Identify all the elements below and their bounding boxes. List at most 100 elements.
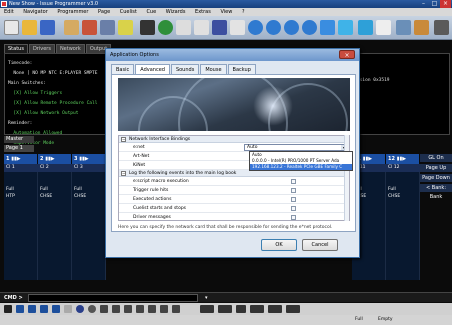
collapse-icon[interactable]: − <box>121 171 126 176</box>
shape-icon[interactable] <box>124 305 132 313</box>
monitor-icon[interactable] <box>338 20 353 35</box>
stage-icon[interactable] <box>396 20 411 35</box>
menu-cue[interactable]: Cue <box>142 8 160 16</box>
random-icon[interactable] <box>286 305 300 313</box>
clear-icon[interactable] <box>172 305 180 313</box>
menu-wizards[interactable]: Wizards <box>162 8 190 16</box>
tab-master[interactable]: Master <box>4 136 34 143</box>
log-option-checkbox[interactable] <box>291 206 296 211</box>
pause-icon[interactable] <box>266 20 281 35</box>
playback-fader-1[interactable]: Full HTP <box>4 172 38 280</box>
cuelist-icon[interactable] <box>212 20 227 35</box>
playback-cue-2[interactable]: Cl 2 <box>38 164 72 172</box>
page-selector[interactable]: Page 1 <box>4 145 34 152</box>
selection-icon[interactable] <box>250 305 264 313</box>
brush-icon[interactable] <box>176 20 191 35</box>
log-option-checkbox[interactable] <box>291 215 296 220</box>
tab-backup[interactable]: Backup <box>227 64 256 74</box>
playback-fader-2[interactable]: Full CHSE <box>38 172 72 280</box>
playback-cue-1[interactable]: Cl 1 <box>4 164 38 172</box>
playback-cue-3[interactable]: Cl 3 <box>72 164 106 172</box>
tab-sounds[interactable]: Sounds <box>170 64 200 74</box>
tab-drivers[interactable]: Drivers <box>28 44 55 53</box>
collapse-icon[interactable]: − <box>121 137 126 142</box>
network-bindings-section[interactable]: − Network Interface Bindings <box>119 136 349 143</box>
fixture-icon[interactable] <box>64 20 79 35</box>
save-icon[interactable] <box>40 20 55 35</box>
playback-fader-3[interactable]: Full CHSE <box>72 172 106 280</box>
playback-fader-12[interactable]: Full CHSE <box>386 172 420 280</box>
sequence-icon[interactable] <box>268 305 282 313</box>
highlight-icon[interactable] <box>160 305 168 313</box>
grid-icon[interactable] <box>28 305 36 313</box>
timing-icon[interactable] <box>148 305 156 313</box>
settings-icon[interactable] <box>376 20 391 35</box>
log-option-checkbox[interactable] <box>291 197 296 202</box>
menu-navigator[interactable]: Navigator <box>19 8 51 16</box>
settings-scrollbar[interactable] <box>344 135 349 221</box>
menu-view[interactable]: View <box>216 8 236 16</box>
list-icon[interactable] <box>16 305 24 313</box>
go-icon[interactable] <box>302 20 317 35</box>
stop-icon[interactable] <box>284 20 299 35</box>
pen-icon[interactable] <box>194 20 209 35</box>
play-icon[interactable] <box>248 20 263 35</box>
arrow-icon[interactable] <box>320 20 335 35</box>
dropdown-option-realtek[interactable]: 192.168.123.2 - Realtek PCIe GBE Family … <box>250 164 352 170</box>
command-input[interactable] <box>28 294 198 302</box>
groups-icon[interactable] <box>100 20 115 35</box>
menu-programmer[interactable]: Programmer <box>53 8 92 16</box>
ok-button[interactable]: OK <box>261 239 297 251</box>
position-icon[interactable] <box>64 305 72 313</box>
record-icon[interactable] <box>230 20 245 35</box>
preset-icon[interactable] <box>140 20 155 35</box>
command-dropdown-icon[interactable]: ▾ <box>205 294 208 302</box>
fan-icon[interactable] <box>200 305 214 313</box>
color-icon[interactable] <box>76 305 84 313</box>
tab-basic[interactable]: Basic <box>111 64 135 74</box>
menu-edit[interactable]: Edit <box>0 8 18 16</box>
minimize-icon[interactable]: – <box>418 0 429 8</box>
tab-status[interactable]: Status <box>4 44 28 53</box>
menu-cuelist[interactable]: Cuelist <box>116 8 141 16</box>
playback-header-12[interactable]: 12 ▮▮▶ <box>386 154 420 164</box>
table-icon[interactable] <box>40 305 48 313</box>
tab-network[interactable]: Network <box>55 44 85 53</box>
page-up-button[interactable]: Page Up <box>420 164 452 173</box>
page-down-button[interactable]: Page Down <box>420 174 452 183</box>
maximize-icon[interactable]: □ <box>429 0 440 8</box>
mirror-icon[interactable] <box>236 305 246 313</box>
patch-icon[interactable] <box>82 20 97 35</box>
playback-cue-12[interactable]: Cl 12 <box>386 164 420 172</box>
sphere-icon[interactable] <box>158 20 173 35</box>
close-icon[interactable]: × <box>440 0 451 8</box>
toolbar-more-icon[interactable] <box>434 20 449 35</box>
gobo-icon[interactable] <box>88 305 96 313</box>
open-folder-icon[interactable] <box>22 20 37 35</box>
pencil-icon[interactable] <box>414 20 429 35</box>
effects-icon[interactable] <box>118 20 133 35</box>
layers-icon[interactable] <box>52 305 60 313</box>
new-file-icon[interactable] <box>4 20 19 35</box>
cancel-button[interactable]: Cancel <box>302 239 338 251</box>
playback-header-1[interactable]: 1 ▮▮▶ <box>4 154 38 164</box>
focus-icon[interactable] <box>112 305 120 313</box>
gl-on-button[interactable]: GL On <box>420 154 452 163</box>
bank-button[interactable]: < Bank: Bank <box>420 184 452 200</box>
log-events-section[interactable]: − Log the following events into the main… <box>119 170 349 177</box>
align-icon[interactable] <box>218 305 232 313</box>
keypad-icon[interactable] <box>4 305 12 313</box>
log-option-checkbox[interactable] <box>291 179 296 184</box>
menu-page[interactable]: Page <box>94 8 114 16</box>
menu-extras[interactable]: Extras <box>191 8 215 16</box>
network-icon[interactable] <box>358 20 373 35</box>
playback-header-3[interactable]: 3 ▮▮▶ <box>72 154 106 164</box>
playback-header-2[interactable]: 2 ▮▮▶ <box>38 154 72 164</box>
beam-icon[interactable] <box>100 305 108 313</box>
menu-help[interactable]: ? <box>238 8 249 16</box>
enet-select[interactable]: Auto ▾ <box>244 144 348 151</box>
log-option-checkbox[interactable] <box>291 188 296 193</box>
tab-mouse[interactable]: Mouse <box>200 64 227 74</box>
effect-icon[interactable] <box>136 305 144 313</box>
dialog-close-icon[interactable]: × <box>339 50 355 59</box>
